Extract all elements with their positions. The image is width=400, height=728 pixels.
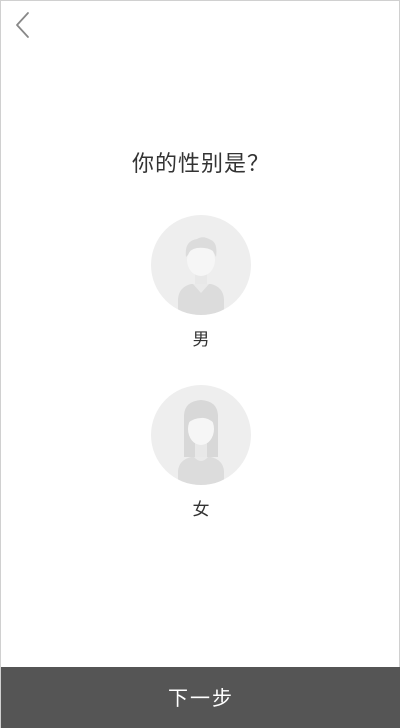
back-button[interactable] (11, 9, 37, 41)
female-avatar[interactable] (151, 385, 251, 485)
chevron-left-icon (16, 12, 29, 38)
gender-option-male[interactable]: 男 (151, 215, 251, 350)
option-label-male: 男 (192, 330, 210, 350)
male-avatar[interactable] (151, 215, 251, 315)
screen: 你的性别是？ 男 女 下一步 (0, 0, 400, 728)
gender-option-female[interactable]: 女 (151, 385, 251, 520)
female-avatar-icon (178, 400, 224, 485)
option-label-female: 女 (192, 500, 210, 520)
male-avatar-icon (178, 237, 224, 315)
page-title: 你的性别是？ (131, 152, 270, 177)
next-button[interactable]: 下一步 (1, 667, 400, 728)
